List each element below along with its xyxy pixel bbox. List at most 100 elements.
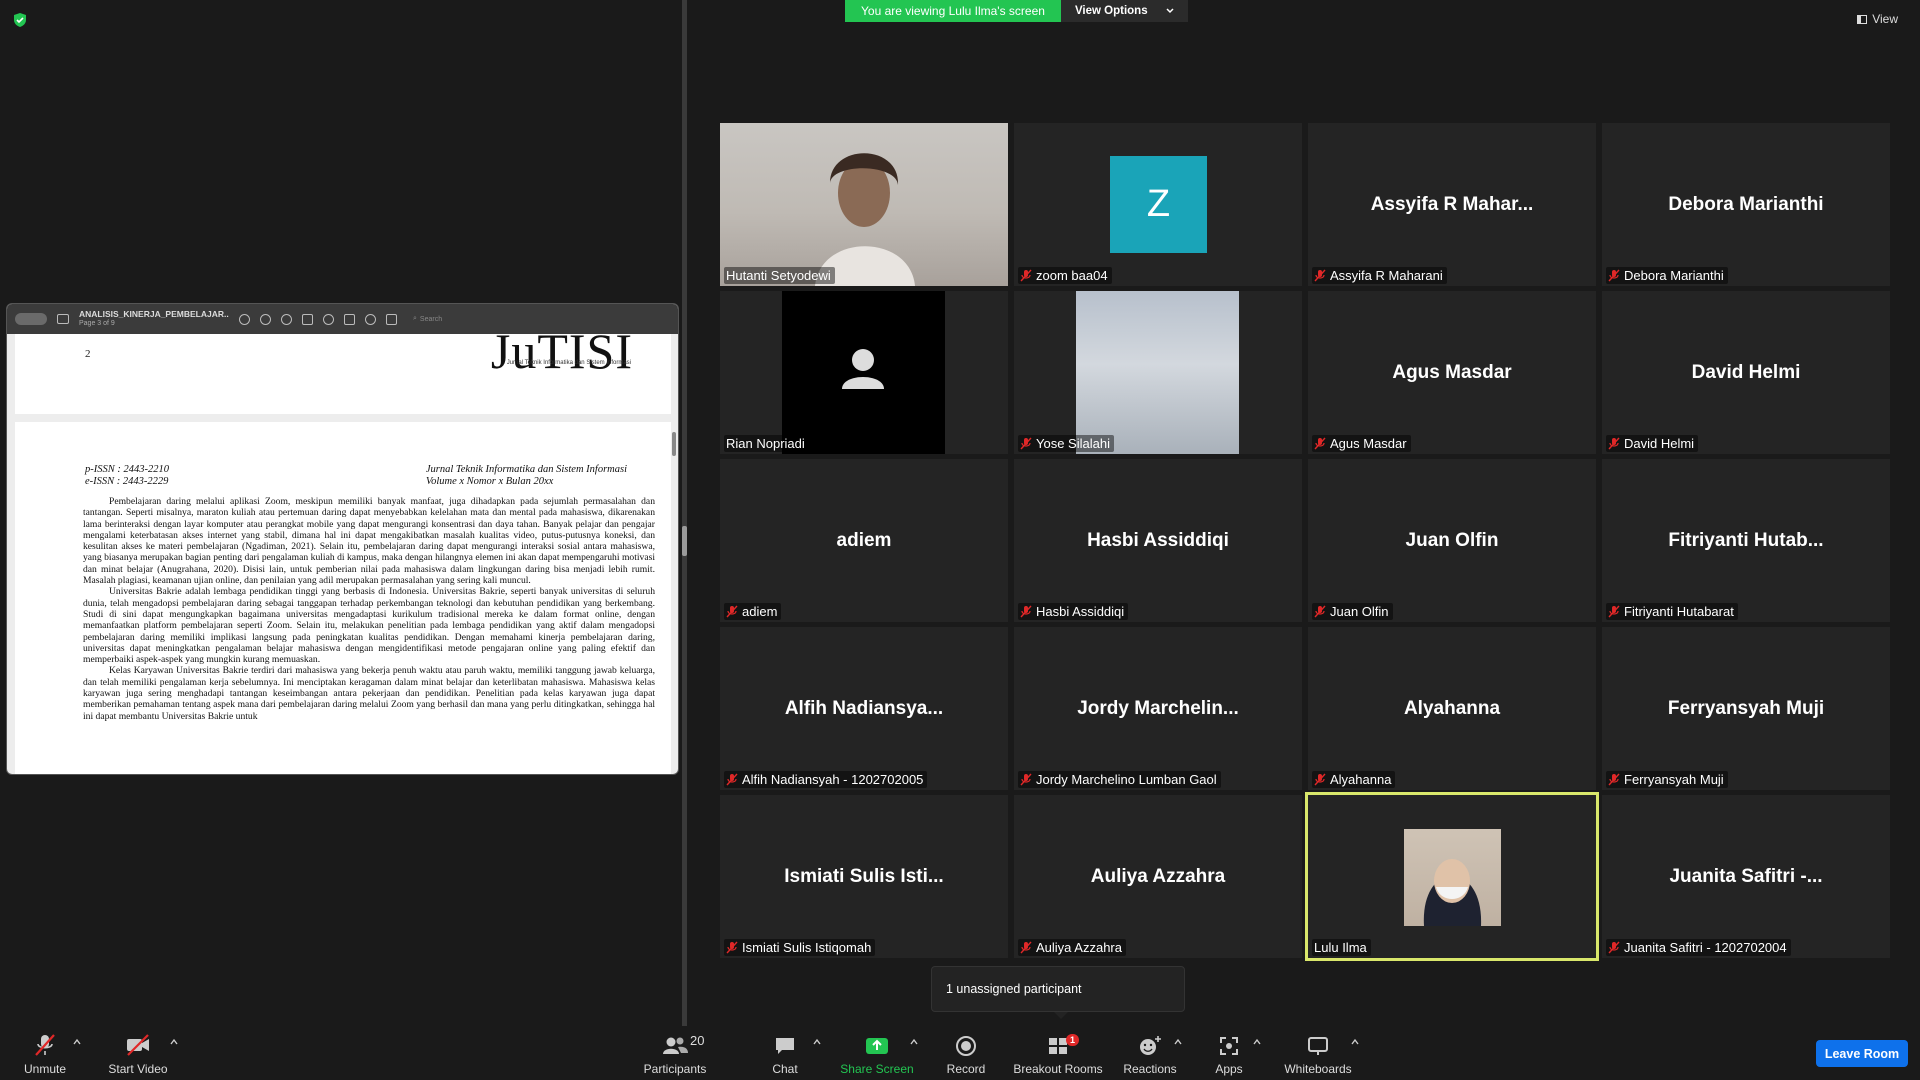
microphone-muted-icon (1608, 269, 1620, 282)
participant-name: Auliya Azzahra (1036, 940, 1122, 955)
chevron-down-icon (1166, 8, 1174, 14)
annotate-icon[interactable] (365, 313, 376, 325)
participant-name: Juanita Safitri - 1202702004 (1624, 940, 1787, 955)
breakout-rooms-button[interactable]: Breakout Rooms (1012, 1026, 1104, 1080)
zoom-out-icon[interactable] (260, 313, 271, 325)
gallery-view-icon (1857, 14, 1868, 24)
zoom-in-icon[interactable] (281, 313, 292, 325)
chevron-up-icon[interactable] (910, 1038, 918, 1046)
splitter-handle[interactable] (682, 526, 687, 556)
whiteboards-label: Whiteboards (1284, 1062, 1352, 1076)
microphone-muted-icon (1314, 269, 1326, 282)
pdf-search-field[interactable]: ⌕ Search (413, 315, 442, 323)
unmute-button[interactable]: Unmute (20, 1026, 70, 1080)
form-icon[interactable] (386, 313, 397, 325)
pdf-scrollbar[interactable] (672, 432, 676, 456)
journal-volume: Volume x Nomor x Bulan 20xx (425, 476, 554, 487)
view-options-label: View Options (1074, 5, 1148, 17)
microphone-muted-icon (1608, 605, 1620, 618)
record-icon (956, 1036, 976, 1056)
unassigned-participant-tooltip[interactable]: 1 unassigned participant (931, 966, 1185, 1012)
panel-splitter[interactable] (682, 0, 687, 1026)
whiteboard-icon (1308, 1037, 1328, 1055)
participant-display-name: Alyahanna (1403, 697, 1501, 719)
participant-name: adiem (742, 604, 778, 619)
p-issn: p-ISSN : 2443-2210 (85, 464, 169, 475)
paragraph: Kelas Karyawan Universitas Bakrie terdir… (83, 665, 655, 722)
breakout-rooms-label: Breakout Rooms (1013, 1062, 1103, 1076)
microphone-muted-icon (1314, 437, 1326, 450)
microphone-muted-icon (1608, 437, 1620, 450)
rotate-icon[interactable] (344, 313, 355, 325)
participant-tile[interactable]: Auliya Azzahra Auliya Azzahra (1014, 795, 1302, 958)
participant-tile[interactable]: adiem adiem (720, 459, 1008, 622)
e-issn: e-ISSN : 2443-2229 (85, 476, 169, 487)
participant-tile[interactable]: Lulu Ilma (1305, 792, 1599, 961)
participant-name-label: Lulu Ilma (1312, 939, 1371, 956)
participant-tile[interactable]: Rian Nopriadi (720, 291, 1008, 454)
search-icon: ⌕ (413, 315, 417, 322)
participant-tile[interactable]: Yose Silalahi (1014, 291, 1302, 454)
avatar (782, 291, 945, 454)
microphone-muted-icon (1608, 773, 1620, 786)
share-screen-button[interactable]: Share Screen (840, 1026, 914, 1080)
person-video-icon (1423, 859, 1482, 926)
participant-tile[interactable]: Hasbi Assiddiqi Hasbi Assiddiqi (1014, 459, 1302, 622)
start-video-button[interactable]: Start Video (106, 1026, 170, 1080)
participant-tile[interactable]: David Helmi David Helmi (1602, 291, 1890, 454)
share-icon[interactable] (302, 313, 313, 325)
participant-name-label: Juanita Safitri - 1202702004 (1606, 939, 1791, 956)
participant-tile[interactable]: Jordy Marchelin... Jordy Marchelino Lumba… (1014, 627, 1302, 790)
participant-tile[interactable]: Alyahanna Alyahanna (1308, 627, 1596, 790)
viewing-screen-label: You are viewing Lulu Ilma's screen (845, 0, 1061, 22)
whiteboards-button[interactable]: Whiteboards (1280, 1026, 1356, 1080)
participant-name-label: Ismiati Sulis Istiqomah (724, 939, 876, 956)
participant-name: Agus Masdar (1330, 436, 1407, 451)
sidebar-toggle-icon[interactable] (57, 314, 69, 324)
participant-tile[interactable]: Assyifa R Mahar... Assyifa R Maharani (1308, 123, 1596, 286)
record-button[interactable]: Record (941, 1026, 991, 1080)
reactions-label: Reactions (1123, 1062, 1177, 1076)
view-options-button[interactable]: View Options (1060, 0, 1188, 22)
participant-display-name: Juan Olfin (1405, 529, 1499, 551)
participant-name-label: Agus Masdar (1312, 435, 1411, 452)
markup-pen-icon[interactable] (323, 313, 334, 325)
participant-tile[interactable]: Agus Masdar Agus Masdar (1308, 291, 1596, 454)
window-controls[interactable] (15, 313, 47, 325)
chat-label: Chat (772, 1062, 798, 1076)
participant-display-name: Auliya Azzahra (1090, 865, 1226, 887)
participant-tile[interactable]: Hutanti Setyodewi (720, 123, 1008, 286)
participant-name-label: Jordy Marchelino Lumban Gaol (1018, 771, 1221, 788)
participant-tile[interactable]: Zzoom baa04 (1014, 123, 1302, 286)
participant-tile[interactable]: Juanita Safitri -... Juanita Safitri - 12… (1602, 795, 1890, 958)
chevron-up-icon[interactable] (1351, 1038, 1359, 1046)
participant-name: Lulu Ilma (1314, 940, 1367, 955)
participant-tile[interactable]: Alfih Nadiansya... Alfih Nadiansyah - 120… (720, 627, 1008, 790)
participant-tile[interactable]: Juan Olfin Juan Olfin (1308, 459, 1596, 622)
chevron-up-icon[interactable] (1253, 1038, 1261, 1046)
participant-name-label: Hasbi Assiddiqi (1018, 603, 1129, 620)
participant-name: Yose Silalahi (1036, 436, 1110, 451)
chevron-up-icon[interactable] (73, 1038, 81, 1046)
leave-room-button[interactable]: Leave Room (1816, 1040, 1908, 1067)
participant-display-name: David Helmi (1691, 361, 1801, 383)
default-user-icon (842, 349, 884, 389)
view-button[interactable]: View (1857, 12, 1898, 26)
chevron-up-icon[interactable] (170, 1038, 178, 1046)
participant-name-label: Fitriyanti Hutabarat (1606, 603, 1738, 620)
participant-tile[interactable]: Ferryansyah Muji Ferryansyah Muji (1602, 627, 1890, 790)
pdf-page-current: p-ISSN : 2443-2210 e-ISSN : 2443-2229 Ju… (15, 422, 671, 774)
apps-button[interactable]: Apps (1204, 1026, 1254, 1080)
participant-tile[interactable]: Ismiati Sulis Isti... Ismiati Sulis Istiq… (720, 795, 1008, 958)
chat-button[interactable]: Chat (760, 1026, 810, 1080)
participant-name-label: Auliya Azzahra (1018, 939, 1126, 956)
info-icon[interactable] (239, 313, 250, 325)
chevron-up-icon[interactable] (813, 1038, 821, 1046)
document-title: ANALISIS_KINERJA_PEMBELAJAR... (79, 309, 229, 319)
participant-tile[interactable]: Debora Marianthi Debora Marianthi (1602, 123, 1890, 286)
chevron-up-icon[interactable] (1174, 1038, 1182, 1046)
participant-name-label: Yose Silalahi (1018, 435, 1114, 452)
participant-tile[interactable]: Fitriyanti Hutab... Fitriyanti Hutabarat (1602, 459, 1890, 622)
reactions-button[interactable]: Reactions (1123, 1026, 1177, 1080)
shared-screen-panel: ANALISIS_KINERJA_PEMBELAJAR... Page 3 of… (0, 0, 684, 1026)
